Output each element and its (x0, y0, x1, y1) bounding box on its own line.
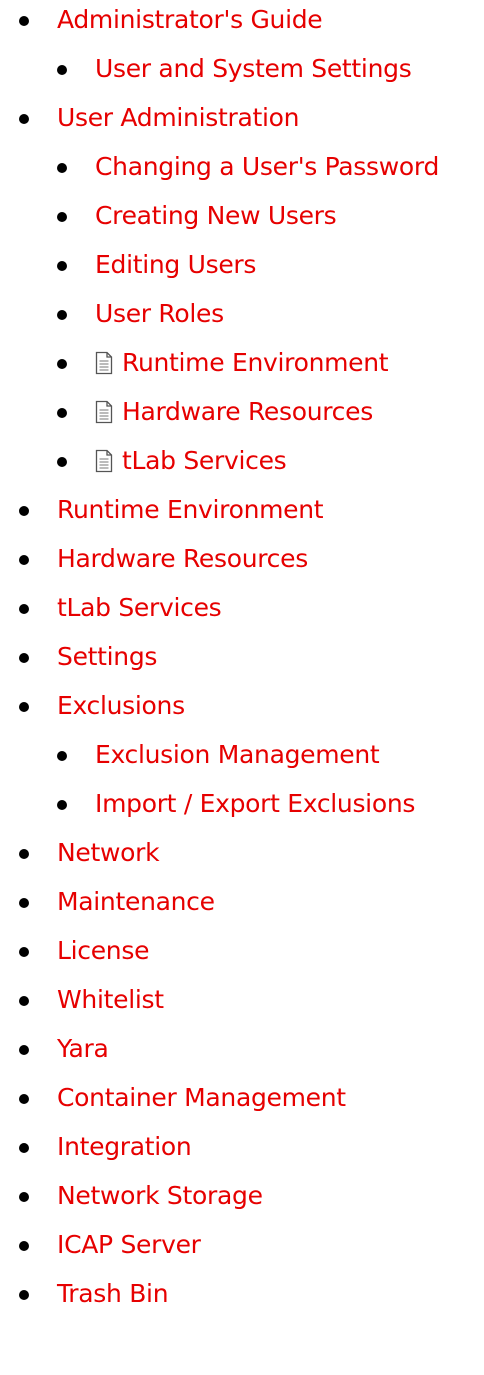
nav-item: Integration (0, 1127, 484, 1176)
nav-subitem: Editing Users (0, 245, 484, 294)
nav-link-label: tLab Services (122, 446, 287, 475)
nav-link-label: Hardware Resources (122, 397, 373, 426)
nav-link[interactable]: Container Management (57, 1083, 346, 1112)
nav-link[interactable]: User and System Settings (95, 54, 412, 83)
nav-link-label: Exclusion Management (95, 740, 380, 769)
nav-link-label: User Roles (95, 299, 224, 328)
document-icon (95, 449, 113, 473)
nav-item: Administrator's Guide (0, 0, 484, 49)
nav-item: Yara (0, 1029, 484, 1078)
nav-link[interactable]: Editing Users (95, 250, 256, 279)
nav-link[interactable]: Integration (57, 1132, 192, 1161)
nav-link[interactable]: Administrator's Guide (57, 5, 323, 34)
nav-link-label: ICAP Server (57, 1230, 201, 1259)
nav-subitem: User Roles (0, 294, 484, 343)
nav-item: Runtime Environment (0, 490, 484, 539)
document-icon (95, 351, 113, 375)
nav-link-label: Exclusions (57, 691, 185, 720)
nav-link-label: User and System Settings (95, 54, 412, 83)
nav-item: ICAP Server (0, 1225, 484, 1274)
nav-item: Network (0, 833, 484, 882)
nav-link-label: Network (57, 838, 160, 867)
nav-link-label: Trash Bin (57, 1279, 169, 1308)
nav-link-label: Hardware Resources (57, 544, 308, 573)
nav-link-label: Administrator's Guide (57, 5, 323, 34)
nav-link[interactable]: Import / Export Exclusions (95, 789, 415, 818)
nav-link-label: Changing a User's Password (95, 152, 440, 181)
nav-link[interactable]: Creating New Users (95, 201, 337, 230)
nav-link[interactable]: Runtime Environment (95, 348, 389, 377)
nav-link[interactable]: Network Storage (57, 1181, 263, 1210)
nav-link-label: Network Storage (57, 1181, 263, 1210)
nav-link[interactable]: Yara (57, 1034, 109, 1063)
nav-link-label: Yara (57, 1034, 109, 1063)
nav-subitem: tLab Services (0, 441, 484, 490)
nav-link-label: User Administration (57, 103, 300, 132)
nav-link[interactable]: tLab Services (57, 593, 222, 622)
nav-link[interactable]: User Roles (95, 299, 224, 328)
nav-link[interactable]: User Administration (57, 103, 299, 132)
navigation-tree: Administrator's Guide User and System Set… (0, 0, 484, 1323)
nav-link-label: Settings (57, 642, 158, 671)
nav-link[interactable]: Runtime Environment (57, 495, 324, 524)
nav-item: Container Management (0, 1078, 484, 1127)
nav-link[interactable]: Exclusions (57, 691, 185, 720)
nav-link-label: Container Management (57, 1083, 346, 1112)
nav-item: Hardware Resources (0, 539, 484, 588)
nav-subitem: Exclusion Management (0, 735, 484, 784)
nav-item: Maintenance (0, 882, 484, 931)
document-icon (95, 400, 113, 424)
nav-item: Settings (0, 637, 484, 686)
nav-item: User Administration (0, 98, 484, 147)
nav-link-label: Import / Export Exclusions (95, 789, 416, 818)
nav-subitem: Creating New Users (0, 196, 484, 245)
nav-item: Network Storage (0, 1176, 484, 1225)
nav-link[interactable]: Maintenance (57, 887, 215, 916)
nav-link-label: Runtime Environment (57, 495, 324, 524)
nav-link-label: tLab Services (57, 593, 222, 622)
nav-item: Whitelist (0, 980, 484, 1029)
nav-item: tLab Services (0, 588, 484, 637)
nav-subitem: Runtime Environment (0, 343, 484, 392)
nav-link-label: License (57, 936, 150, 965)
nav-subitem: Import / Export Exclusions (0, 784, 484, 833)
nav-link-label: Creating New Users (95, 201, 337, 230)
nav-link[interactable]: Hardware Resources (95, 397, 373, 426)
nav-link[interactable]: Exclusion Management (95, 740, 380, 769)
nav-link[interactable]: Network (57, 838, 160, 867)
nav-subitem: User and System Settings (0, 49, 484, 98)
nav-link[interactable]: Trash Bin (57, 1279, 169, 1308)
nav-link[interactable]: ICAP Server (57, 1230, 201, 1259)
nav-subitem: Changing a User's Password (0, 147, 484, 196)
nav-link-label: Maintenance (57, 887, 215, 916)
nav-subitem: Hardware Resources (0, 392, 484, 441)
nav-item: License (0, 931, 484, 980)
nav-link[interactable]: Settings (57, 642, 157, 671)
nav-link-label: Integration (57, 1132, 192, 1161)
nav-link-label: Editing Users (95, 250, 257, 279)
nav-link[interactable]: License (57, 936, 149, 965)
nav-link[interactable]: Hardware Resources (57, 544, 308, 573)
nav-item: Exclusions (0, 686, 484, 735)
nav-link-label: Whitelist (57, 985, 164, 1014)
nav-link[interactable]: Whitelist (57, 985, 164, 1014)
nav-item: Trash Bin (0, 1274, 484, 1323)
nav-link-label: Runtime Environment (122, 348, 389, 377)
nav-link[interactable]: Changing a User's Password (95, 152, 439, 181)
nav-link[interactable]: tLab Services (95, 446, 287, 475)
